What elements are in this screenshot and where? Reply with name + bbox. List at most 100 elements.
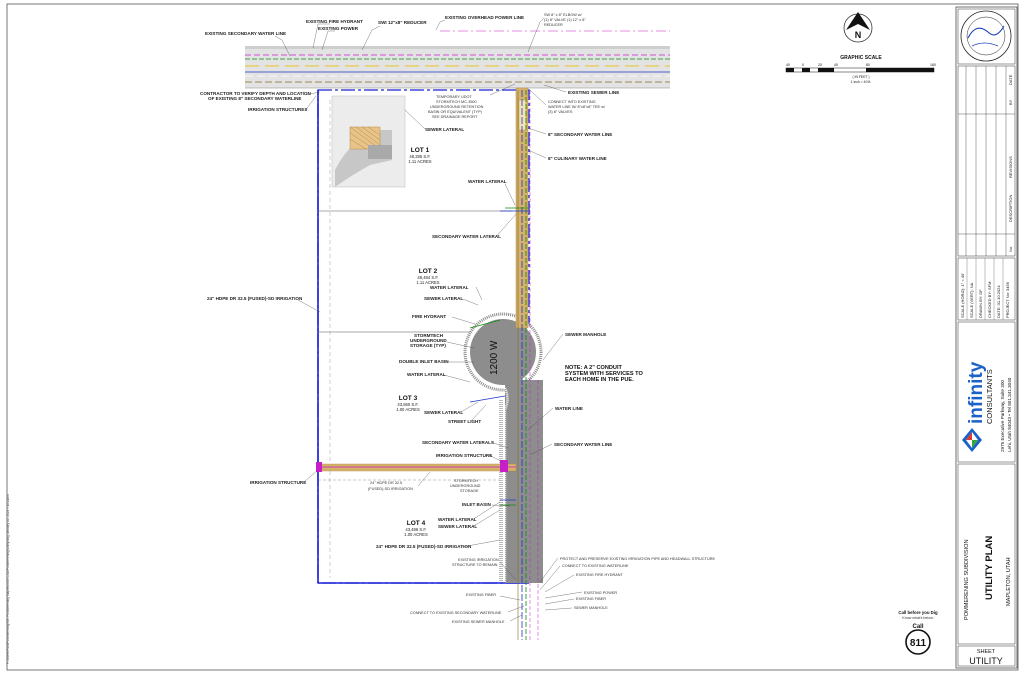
label-water-lateral-3: WATER LATERAL bbox=[407, 372, 446, 377]
label-irrigation-structure-2: IRRIGATION STRUCTURE bbox=[250, 480, 306, 485]
sheet-location: MAPLETON, UTAH bbox=[1006, 557, 1012, 606]
label-protect-preserve: PROTECT AND PRESERVE EXISTING IRRIGATION… bbox=[560, 557, 715, 561]
label-existing-irrigation-2: STRUCTURE TO REMAIN bbox=[452, 563, 498, 567]
label-existing-fire-hydrant-bottom: EXISTING FIRE HYDRANT bbox=[576, 573, 624, 577]
label-existing-fire-hydrant-top: EXISTING FIRE HYDRANT bbox=[306, 19, 363, 24]
lot-4: LOT 4 43,496 S.F. 1.00 ACRES bbox=[404, 520, 428, 537]
label-secondary-water-laterals: SECONDARY WATER LATERALS bbox=[422, 440, 494, 445]
label-temp-udot-4: BASIN OR EQUIVALENT (TYP) bbox=[428, 110, 483, 114]
graphic-scale-title: GRAPHIC SCALE bbox=[840, 55, 882, 61]
label-sw-elbow-1: SW 8" x 8" ELBOW w/ bbox=[544, 13, 583, 17]
call811-number: 811 bbox=[910, 638, 927, 649]
road-1200w bbox=[463, 312, 543, 583]
scale-tick-4: 40 bbox=[834, 63, 838, 67]
label-overhead-power: EXISTING OVERHEAD POWER LINE bbox=[445, 15, 524, 20]
label-hdpe-24-1: 24" HDPE DR 32.5 bbox=[370, 481, 402, 485]
label-existing-sewer-manhole: EXISTING SEWER MANHOLE bbox=[452, 620, 505, 624]
label-existing-power-bottom: EXISTING POWER bbox=[584, 591, 617, 595]
label-swi-reducer: SWI 12"x8" REDUCER bbox=[378, 20, 427, 25]
label-8in-culinary: 8" CULINARY WATER LINE bbox=[548, 156, 607, 161]
label-stormtech-b-3: STORAGE bbox=[460, 489, 479, 493]
company-subtitle: CONSULTANTS bbox=[985, 369, 994, 424]
label-sewer-manhole-2: SEWER MANHOLE bbox=[574, 606, 608, 610]
label-temp-udot-5: SEE DRAINAGE REPORT bbox=[432, 115, 478, 119]
project-info-scale-vert: SCALE (VERT): NA bbox=[969, 282, 974, 318]
scale-tick-2: 0 bbox=[802, 63, 804, 67]
scale-tick-6: 160 bbox=[930, 63, 936, 67]
label-stormtech-b-2: UNDERGROUND bbox=[450, 484, 481, 488]
file-path-label: P:\Sheet\Plan\Pommerening\WK Pommerening… bbox=[6, 494, 10, 664]
label-water-lateral-2: WATER LATERAL bbox=[430, 285, 469, 290]
project-info-checked-by: CHECKED BY: SFM bbox=[987, 282, 992, 318]
label-sewer-manhole-1: SEWER MANHOLE bbox=[565, 332, 606, 337]
lot-4-acres: 1.00 ACRES bbox=[404, 532, 428, 537]
label-double-inlet-basin: DOUBLE INLET BASIN bbox=[399, 359, 449, 364]
call-811-logo: Call before you Dig Know what's below. C… bbox=[898, 610, 938, 655]
label-temp-udot-2: STORMTECH MC-3500 bbox=[436, 100, 477, 104]
call811-line2: Know what's below. bbox=[902, 616, 933, 620]
lot-3-acres: 1.00 ACRES bbox=[396, 407, 420, 412]
note-line-3: EACH HOME IN THE PUE. bbox=[565, 377, 634, 383]
label-8in-secondary: 8" SECONDARY WATER LINE bbox=[548, 132, 612, 137]
lot-2: LOT 2 48,484 S.F. 1.11 ACRES bbox=[416, 268, 439, 285]
scale-unit-1: ( IN FEET ) bbox=[852, 75, 869, 79]
label-contractor-verify-2: OF EXISTING 8" SECONDARY WATERLINE bbox=[208, 96, 301, 101]
lot-3: LOT 3 43,560 S.F. 1.00 ACRES bbox=[396, 395, 420, 412]
scale-tick-3: 20 bbox=[818, 63, 822, 67]
label-water-line: WATER LINE bbox=[555, 406, 583, 411]
rev-header-description: DESCRIPTION bbox=[1008, 195, 1013, 222]
label-stormtech-b-1: STORMTECH bbox=[454, 479, 478, 483]
graphic-scale: GRAPHIC SCALE 40 0 20 40 80 160 ( IN FEE… bbox=[785, 55, 936, 84]
lot-1-title: LOT 1 bbox=[411, 147, 430, 154]
scale-unit-2: 1 inch = 40 ft. bbox=[851, 80, 872, 84]
label-secondary-water-line: SECONDARY WATER LINE bbox=[554, 442, 612, 447]
lot-1: LOT 1 48,285 S.F. 1.11 ACRES bbox=[408, 147, 431, 164]
lot-2-title: LOT 2 bbox=[419, 268, 438, 275]
label-sw-elbow-3: REDUCER bbox=[544, 23, 563, 27]
label-connect-existing-3: (3) 8" VALVES bbox=[548, 110, 573, 114]
lot-3-title: LOT 3 bbox=[399, 395, 418, 402]
company-address: 2975 Executive Parkway, Suite 300 bbox=[1000, 380, 1005, 452]
scale-tick-5: 80 bbox=[866, 63, 870, 67]
label-inlet-basin: INLET BASIN bbox=[462, 502, 492, 507]
call811-line1: Call before you Dig bbox=[898, 610, 938, 615]
label-existing-sewer-line: EXISTING SEWER LINE bbox=[568, 90, 619, 95]
existing-road bbox=[245, 46, 670, 89]
label-connect-existing-2: WATER LINE W/ 8"x8"x8" TEE w/ bbox=[548, 105, 606, 109]
label-hdpe-irrigation-bottom: 24" HDPE DR 32.5 (FUSED)-SD IRRIGATION bbox=[376, 544, 472, 549]
title-block: No. DESCRIPTION REVISIONS BY DATE SCALE … bbox=[955, 6, 1018, 669]
label-sewer-lateral-3: SEWER LATERAL bbox=[424, 410, 463, 415]
conduit-note: NOTE: A 2" CONDUIT SYSTEM WITH SERVICES … bbox=[565, 365, 643, 383]
label-street-light: STREET LIGHT bbox=[448, 419, 481, 424]
existing-building bbox=[331, 95, 406, 188]
scale-tick-1: 40 bbox=[786, 63, 790, 67]
north-arrow-letter: N bbox=[855, 30, 862, 40]
north-arrow: N bbox=[843, 12, 873, 43]
label-existing-power-top: EXISTING POWER bbox=[318, 26, 359, 31]
label-temp-udot-1: TEMPORARY UDOT bbox=[436, 95, 472, 99]
sheet-label: SHEET bbox=[977, 649, 996, 655]
label-existing-fiber-left: EXISTING FIBER bbox=[466, 593, 496, 597]
label-hdpe-irrigation-left: 24" HDPE DR 32.5 (FUSED)-SD IRRIGATION bbox=[207, 296, 303, 301]
label-temp-udot-3: UNDERGROUND RETENTION bbox=[430, 105, 484, 109]
project-info-scale-horiz: SCALE (HORIZ): 1" = 40' bbox=[960, 273, 965, 318]
label-connect-existing-1: CONNECT INTO EXISTING bbox=[548, 100, 596, 104]
label-hdpe-24-2: (FUSED)-SD IRRIGATION bbox=[368, 487, 413, 491]
irrigation-pipes bbox=[316, 460, 517, 472]
rev-header-no: No. bbox=[1008, 246, 1013, 252]
label-sw-elbow-2: (1) 8" VALVE (1) 12" x 8" bbox=[544, 18, 586, 22]
rev-header-date: DATE bbox=[1008, 74, 1013, 85]
rev-header-by: BY bbox=[1008, 99, 1013, 105]
label-sewer-lateral-1: SEWER LATERAL bbox=[425, 127, 464, 132]
label-irrigation-structures: IRRIGATION STRUCTURES bbox=[248, 107, 307, 112]
label-connect-existing-waterline: CONNECT TO EXISTING WATERLINE bbox=[562, 564, 629, 568]
label-existing-fiber-right: EXISTING FIBER bbox=[576, 597, 606, 601]
label-sewer-lateral-2: SEWER LATERAL bbox=[424, 296, 463, 301]
label-secondary-water-lateral-1: SECONDARY WATER LATERAL bbox=[432, 234, 501, 239]
label-connect-existing-secondary: CONNECT TO EXISTING SECONDARY WATERLINE bbox=[410, 611, 502, 615]
label-water-lateral-4: WATER LATERAL bbox=[438, 517, 477, 522]
label-fire-hydrant: FIRE HYDRANT bbox=[412, 314, 446, 319]
label-existing-secondary-water-line: EXISTING SECONDARY WATER LINE bbox=[205, 31, 286, 36]
rev-header-revisions: REVISIONS bbox=[1008, 156, 1013, 178]
sheet-title: UTILITY PLAN bbox=[984, 536, 995, 600]
